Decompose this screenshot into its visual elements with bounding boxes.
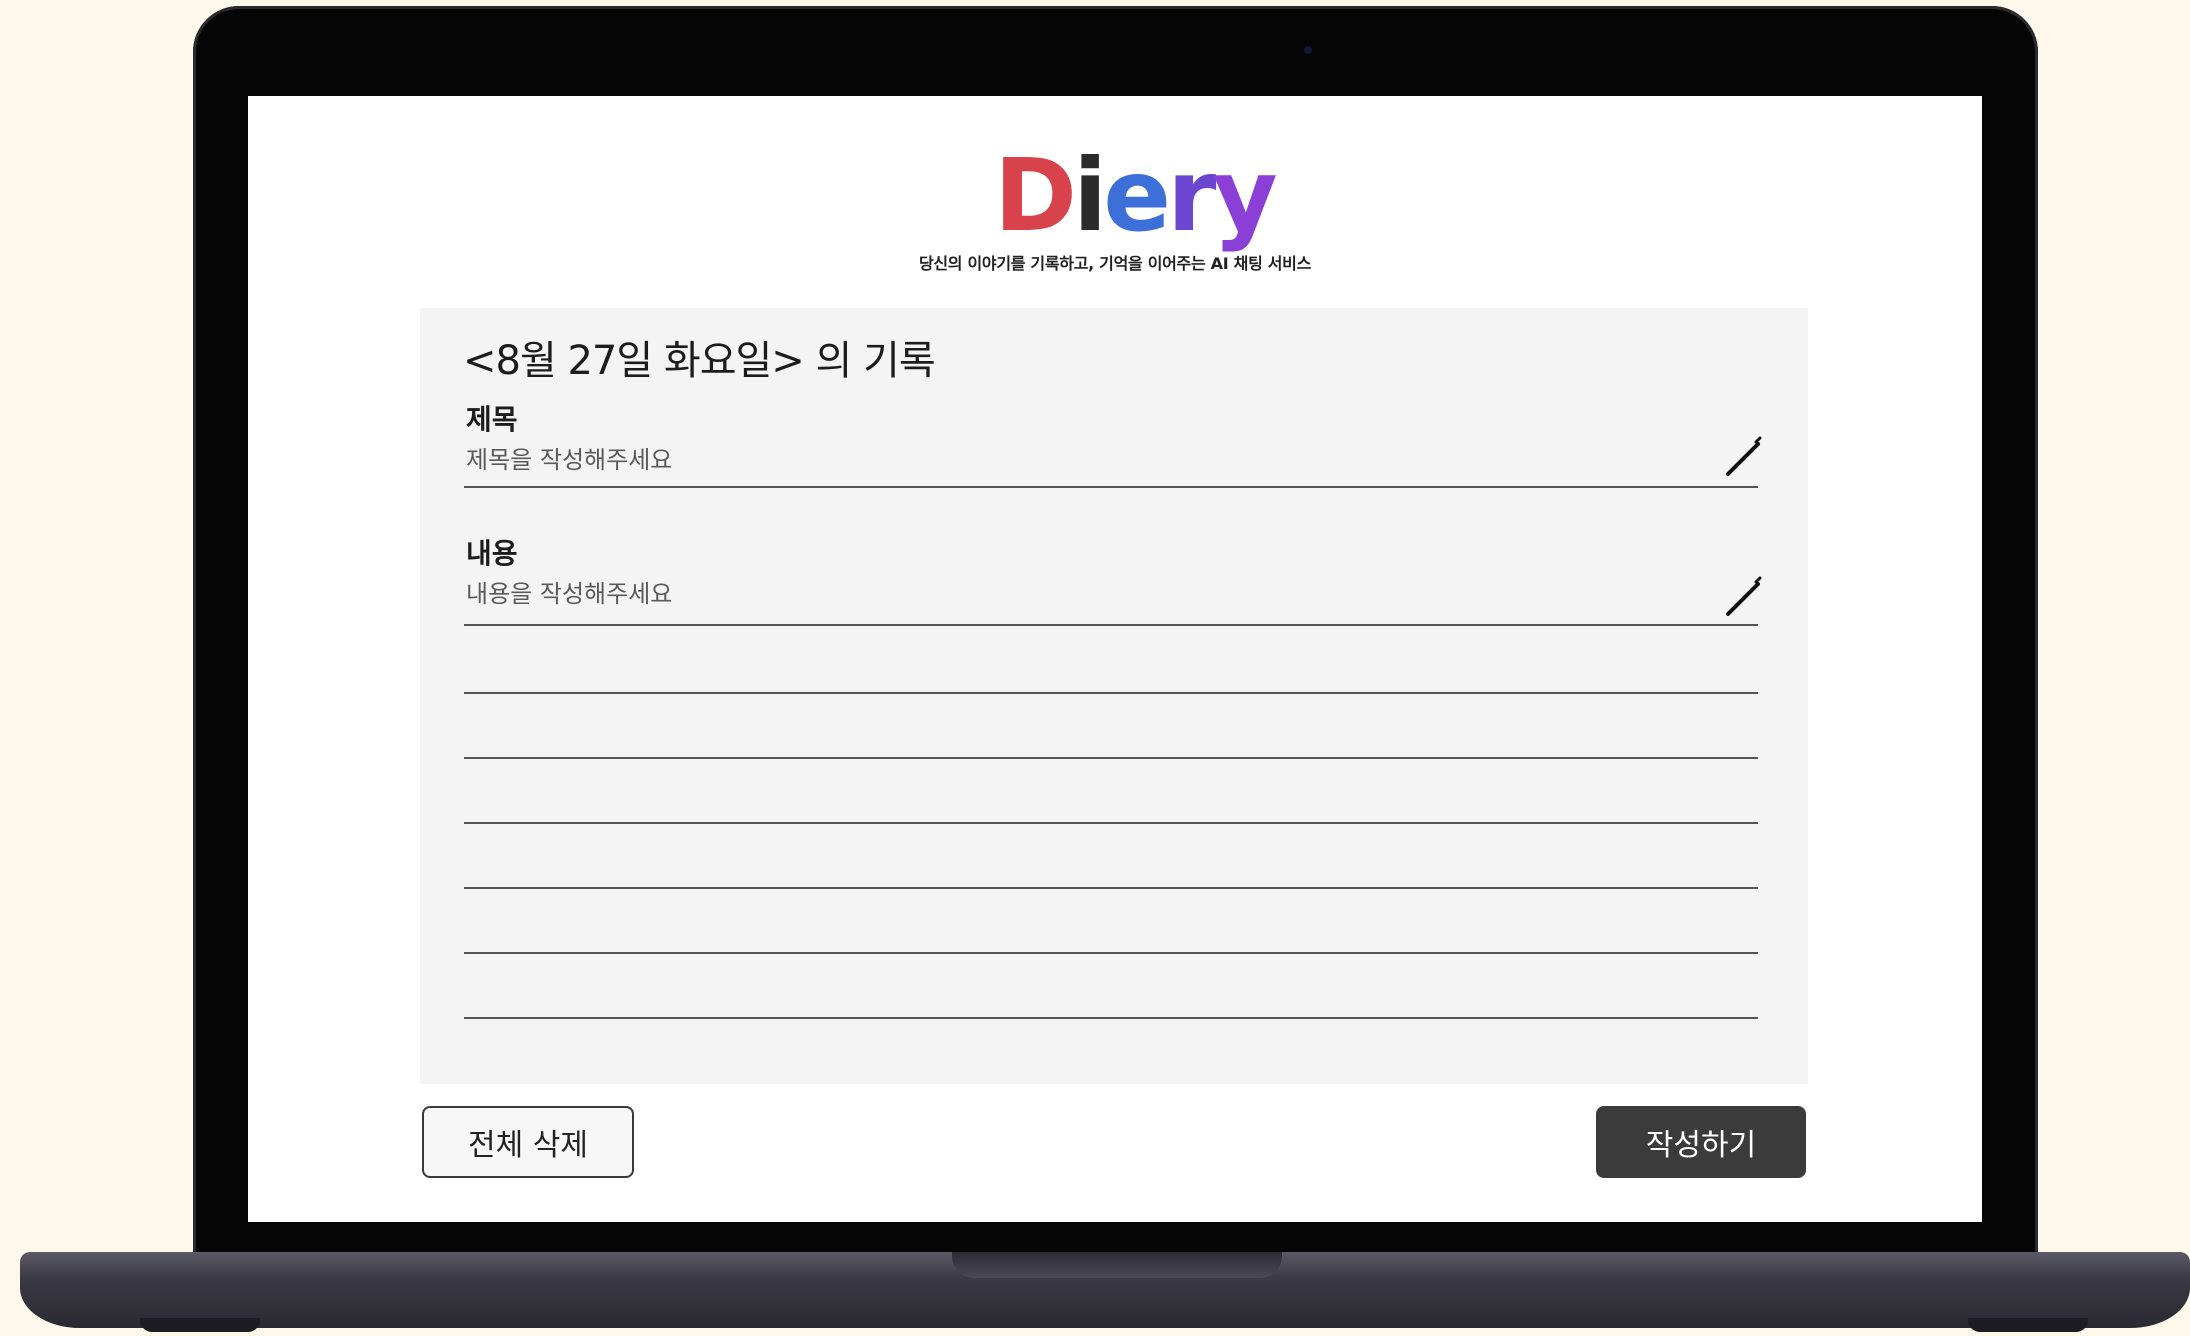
- content-line: [464, 692, 1758, 694]
- content-input[interactable]: [466, 574, 1716, 614]
- pencil-icon[interactable]: [1722, 436, 1766, 480]
- content-line: [464, 757, 1758, 759]
- laptop-hinge-notch: [952, 1252, 1282, 1278]
- content-line: [464, 1017, 1758, 1019]
- content-label: 내용: [466, 537, 518, 570]
- content-line: [464, 624, 1758, 626]
- title-underline: [464, 486, 1758, 488]
- content-line: [464, 952, 1758, 954]
- record-card: <8월 27일 화요일> 의 기록 제목 내용: [420, 308, 1808, 1084]
- pencil-icon[interactable]: [1722, 576, 1766, 620]
- content-line: [464, 822, 1758, 824]
- camera-icon: [1304, 46, 1312, 54]
- page-title: <8월 27일 화요일> 의 기록: [463, 338, 936, 384]
- diery-logo: Diery: [994, 137, 1278, 254]
- write-button[interactable]: 작성하기: [1596, 1106, 1806, 1178]
- logo-letter: e: [1103, 137, 1171, 254]
- tagline: 당신의 이야기를 기록하고, 기억을 이어주는 AI 채팅 서비스: [918, 254, 1312, 273]
- laptop-foot: [1968, 1318, 2088, 1332]
- delete-all-button[interactable]: 전체 삭제: [422, 1106, 634, 1178]
- logo-letter: i: [1073, 137, 1107, 254]
- title-label: 제목: [466, 403, 518, 436]
- logo-letter: r: [1167, 137, 1216, 254]
- laptop-foot: [140, 1318, 260, 1332]
- content-line: [464, 887, 1758, 889]
- logo-letter: D: [994, 137, 1077, 254]
- logo-letter: y: [1212, 137, 1277, 254]
- app-screen: Diery 당신의 이야기를 기록하고, 기억을 이어주는 AI 채팅 서비스 …: [248, 96, 1982, 1222]
- title-input[interactable]: [466, 440, 1716, 480]
